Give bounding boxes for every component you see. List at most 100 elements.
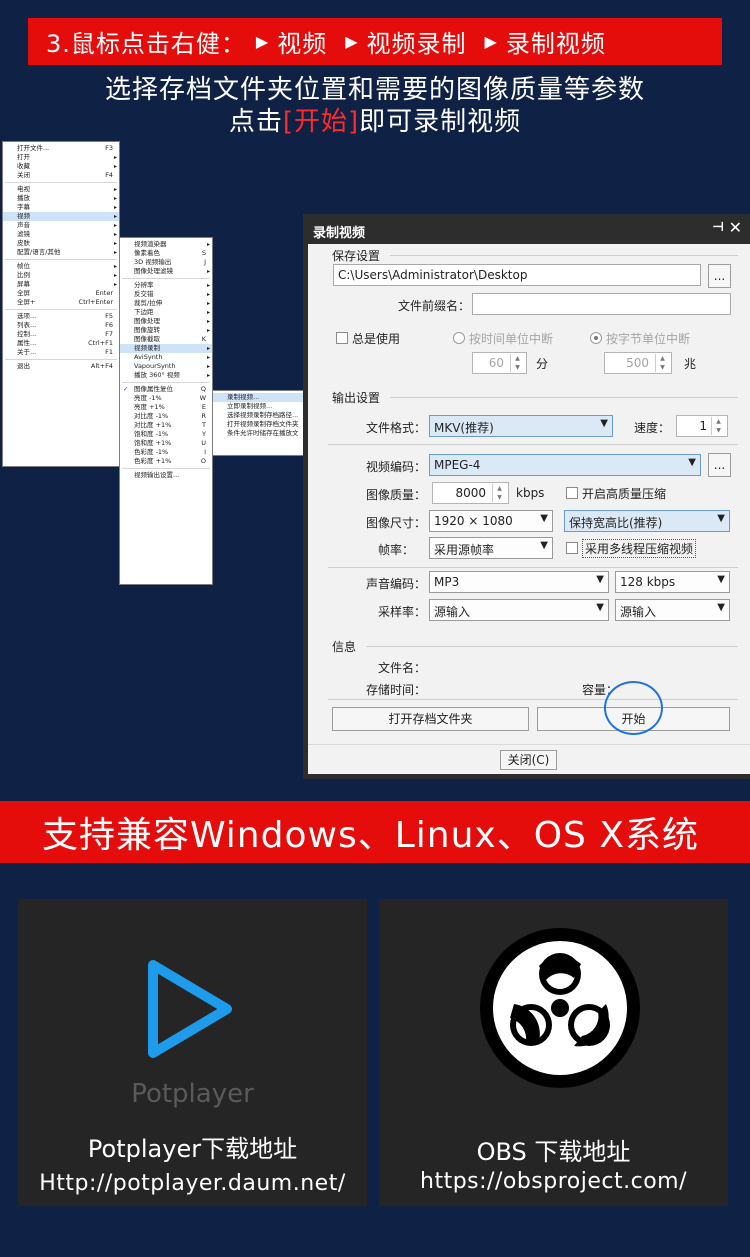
menu-item[interactable]: 关于... F1 [3, 348, 119, 357]
menu-item[interactable]: 色彩度 -1% I [120, 448, 212, 457]
menu-item[interactable]: 录制视频... [213, 393, 303, 402]
menu-item[interactable]: 下边距 [120, 308, 212, 317]
menu-item[interactable]: 滤镜 [3, 230, 119, 239]
menu-item[interactable]: 选项... F5 [3, 312, 119, 321]
menu-item[interactable]: 关闭 F4 [3, 171, 119, 180]
channels-select[interactable]: 源输入 ▼ [615, 599, 730, 621]
prefix-field[interactable] [472, 293, 731, 315]
menu-item[interactable]: 视频渲染器 [120, 240, 212, 249]
codec-settings-button[interactable]: ... [708, 453, 731, 477]
menu-item[interactable]: 属性... Ctrl+F1 [3, 339, 119, 348]
menu-item[interactable]: 全屏 Enter [3, 289, 119, 298]
menu-item[interactable]: 图像旋转 [120, 326, 212, 335]
menu-item[interactable]: 饱和度 -1% Y [120, 430, 212, 439]
dropdown-arrow-icon: ▼ [600, 418, 608, 429]
samplerate-select[interactable]: 源输入 ▼ [429, 599, 609, 621]
browse-button[interactable]: ... [708, 264, 731, 288]
menu-item[interactable]: 视频输出设置... [120, 471, 212, 480]
instruction-line-2: 点击[开始]即可录制视频 [0, 106, 750, 138]
menu-item-label: 打开 [17, 153, 30, 161]
video-codec-select[interactable]: MPEG-4 ▼ [429, 454, 701, 476]
close-button[interactable]: 关闭(C) [500, 750, 557, 770]
time-spinner[interactable]: 60 ▲ ▼ [472, 352, 527, 374]
spinner-arrows-icon[interactable]: ▲ ▼ [655, 354, 669, 372]
menu-item[interactable]: VapourSynth [120, 362, 212, 371]
audio-bitrate-select[interactable]: 128 kbps ▼ [615, 571, 730, 593]
menu-item[interactable]: 条件允许时储存在播放文 [213, 429, 303, 438]
menu-item[interactable]: 3D 视频输出 J [120, 258, 212, 267]
obs-download-url[interactable]: https://obsproject.com/ [379, 1169, 728, 1194]
format-select[interactable]: MKV(推荐) ▼ [429, 415, 613, 437]
menu-item[interactable]: 图像处理 [120, 317, 212, 326]
menu-item[interactable]: 收藏 [3, 162, 119, 171]
menu-item[interactable]: 视频 [3, 212, 119, 221]
menu-item-label: 图像截取 [134, 335, 160, 343]
menu-item[interactable]: 屏幕 [3, 280, 119, 289]
bytes-spinner[interactable]: 500 ▲ ▼ [604, 352, 672, 374]
menu-item[interactable]: 视频录制 [120, 344, 212, 353]
menu-item[interactable]: 裁剪/拉伸 [120, 299, 212, 308]
speed-label: 速度： [634, 421, 671, 435]
menu-item[interactable]: 立即录制视频... [213, 402, 303, 411]
fps-select[interactable]: 采用源帧率 ▼ [429, 537, 553, 559]
check-icon: ✓ [123, 385, 129, 393]
menu-item[interactable]: 退出 Alt+F4 [3, 362, 119, 371]
menu-item[interactable]: 图像截取 K [120, 335, 212, 344]
menu-item[interactable]: ✓ 图像属性复位 Q [120, 385, 212, 394]
menu-item[interactable]: 帧位 [3, 262, 119, 271]
spinner-arrows-icon[interactable]: ▲ ▼ [510, 354, 524, 372]
potplayer-download-url[interactable]: Http://potplayer.daum.net/ [18, 1171, 367, 1196]
menu-item[interactable]: 打开 [3, 153, 119, 162]
dropdown-arrow-icon: ▼ [717, 574, 725, 585]
save-path-field[interactable]: C:\Users\Administrator\Desktop [333, 264, 701, 286]
split-time-radio[interactable] [453, 332, 465, 344]
menu-item[interactable]: 图像处理滤镜 [120, 267, 212, 276]
spinner-arrows-icon[interactable]: ▲ ▼ [711, 417, 725, 435]
audio-codec-value: MP3 [434, 575, 460, 589]
menu-item[interactable]: 字幕 [3, 203, 119, 212]
menu-item[interactable]: 控制... F7 [3, 330, 119, 339]
menu-item[interactable]: 播放 [3, 194, 119, 203]
aspect-select[interactable]: 保持宽高比(推荐) ▼ [564, 510, 730, 532]
menu-item-label: VapourSynth [134, 362, 176, 370]
hq-compress-checkbox[interactable] [566, 487, 578, 499]
pin-icon[interactable]: ⊣ [712, 220, 724, 235]
menu-item[interactable]: 电视 [3, 185, 119, 194]
spinner-arrows-icon[interactable]: ▲ ▼ [492, 484, 506, 502]
menu-item[interactable]: 对比度 +1% T [120, 421, 212, 430]
menu-item[interactable]: 色彩度 +1% O [120, 457, 212, 466]
menu-item[interactable]: 打开文件... F3 [3, 144, 119, 153]
size-select[interactable]: 1920 × 1080 ▼ [429, 510, 553, 532]
menu-item[interactable]: AviSynth [120, 353, 212, 362]
menu-item[interactable]: 皮肤 [3, 239, 119, 248]
potplayer-logo-text: Potplayer [131, 1079, 254, 1109]
menu-item[interactable]: 选择视频录制存档路径... [213, 411, 303, 420]
menu-item[interactable]: 打开视频录制存档文件夹 [213, 420, 303, 429]
menu-item[interactable]: 全屏+ Ctrl+Enter [3, 298, 119, 307]
open-folder-button[interactable]: 打开存档文件夹 [332, 707, 529, 731]
menu-item[interactable]: 像素着色 S [120, 249, 212, 258]
menu-item[interactable]: 列表... F6 [3, 321, 119, 330]
multithread-checkbox[interactable] [566, 542, 578, 554]
menu-item[interactable]: 播放 360° 视频 [120, 371, 212, 380]
bytes-unit: 兆 [684, 357, 697, 371]
menu-item[interactable]: 对比度 -1% R [120, 412, 212, 421]
menu-item-label: 视频渲染器 [134, 240, 167, 248]
menu-item[interactable]: 反交错 [120, 290, 212, 299]
close-icon[interactable]: ✕ [729, 218, 742, 237]
menu-item[interactable]: 饱和度 +1% U [120, 439, 212, 448]
quality-spinner[interactable]: 8000 ▲ ▼ [432, 482, 509, 504]
menu-item[interactable]: 比例 [3, 271, 119, 280]
samplerate-value: 源输入 [434, 605, 471, 619]
menu-item[interactable]: 亮度 -1% W [120, 394, 212, 403]
menu-item[interactable]: 分辨率 [120, 281, 212, 290]
always-use-checkbox[interactable] [336, 332, 348, 344]
split-bytes-radio[interactable] [590, 332, 602, 344]
menu-item[interactable]: 配置/语言/其他 [3, 248, 119, 257]
menu-item[interactable]: 声音 [3, 221, 119, 230]
obs-card[interactable]: OBS 下载地址 https://obsproject.com/ [379, 899, 728, 1206]
menu-item[interactable]: 亮度 +1% E [120, 403, 212, 412]
audio-codec-select[interactable]: MP3 ▼ [429, 571, 609, 593]
speed-spinner[interactable]: 1 ▲ ▼ [676, 415, 728, 437]
potplayer-card[interactable]: Potplayer Potplayer下载地址 Http://potplayer… [18, 899, 367, 1206]
